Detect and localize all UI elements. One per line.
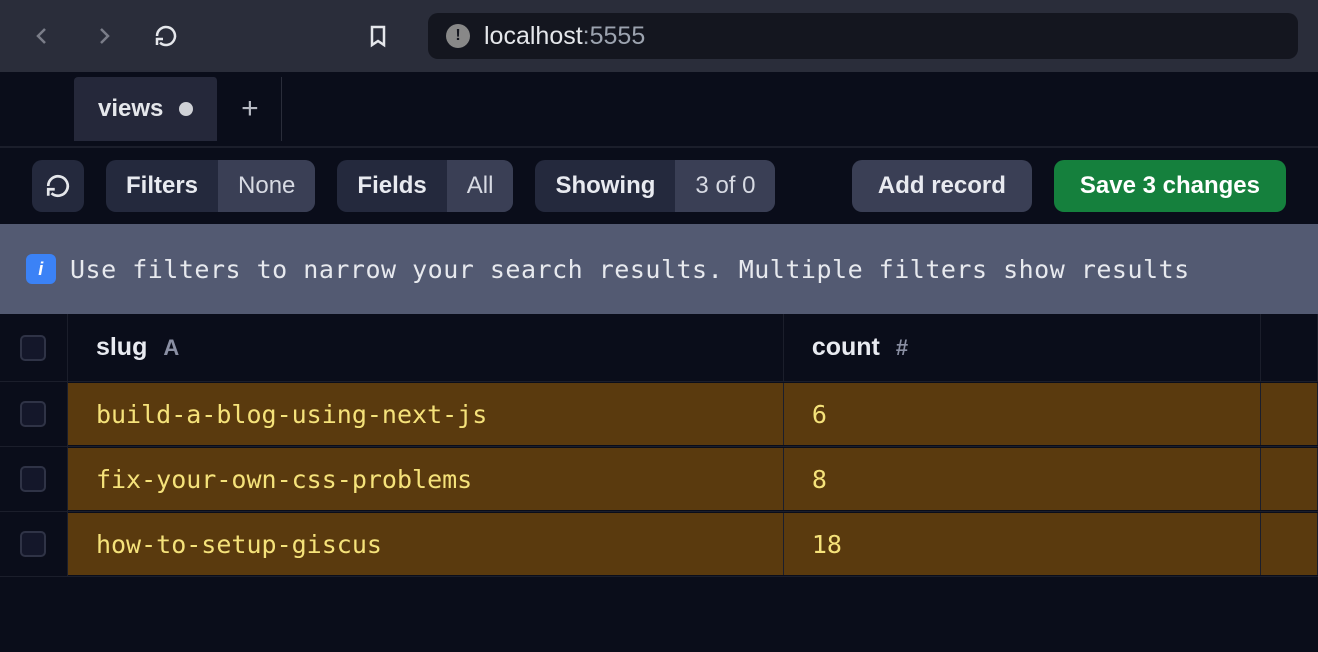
showing-label: Showing bbox=[535, 160, 675, 212]
filters-value: None bbox=[218, 160, 315, 212]
back-button[interactable] bbox=[20, 14, 64, 58]
row-checkbox[interactable] bbox=[20, 401, 46, 427]
url-host: localhost bbox=[484, 22, 583, 50]
cell-count[interactable]: 18 bbox=[784, 513, 1261, 575]
new-tab-button[interactable]: + bbox=[218, 77, 282, 141]
table-toolbar: Filters None Fields All Showing 3 of 0 A… bbox=[0, 146, 1318, 224]
forward-button[interactable] bbox=[82, 14, 126, 58]
select-all-cell[interactable] bbox=[0, 314, 68, 381]
cell-empty bbox=[1261, 513, 1318, 575]
column-header-empty bbox=[1261, 314, 1318, 381]
save-changes-button[interactable]: Save 3 changes bbox=[1054, 160, 1286, 212]
row-select-cell[interactable] bbox=[0, 512, 68, 576]
showing-control[interactable]: Showing 3 of 0 bbox=[535, 160, 775, 212]
table-row: how-to-setup-giscus 18 bbox=[0, 512, 1318, 577]
model-tabs-row: views + bbox=[0, 72, 1318, 146]
filters-control[interactable]: Filters None bbox=[106, 160, 315, 212]
bookmark-button[interactable] bbox=[356, 14, 400, 58]
insecure-site-icon: ! bbox=[446, 24, 470, 48]
cell-empty bbox=[1261, 448, 1318, 510]
row-checkbox[interactable] bbox=[20, 531, 46, 557]
tab-views[interactable]: views bbox=[74, 77, 218, 141]
cell-slug[interactable]: build-a-blog-using-next-js bbox=[68, 383, 784, 445]
column-label: count bbox=[812, 333, 880, 362]
cell-count[interactable]: 8 bbox=[784, 448, 1261, 510]
cell-slug[interactable]: fix-your-own-css-problems bbox=[68, 448, 784, 510]
filters-label: Filters bbox=[106, 160, 218, 212]
data-table: slug A count # build-a-blog-using-next-j… bbox=[0, 314, 1318, 577]
cell-empty bbox=[1261, 383, 1318, 445]
column-type-indicator: A bbox=[163, 335, 179, 361]
table-row: fix-your-own-css-problems 8 bbox=[0, 447, 1318, 512]
cell-count[interactable]: 6 bbox=[784, 383, 1261, 445]
unsaved-indicator-icon bbox=[179, 102, 193, 116]
row-select-cell[interactable] bbox=[0, 447, 68, 511]
row-checkbox[interactable] bbox=[20, 466, 46, 492]
row-select-cell[interactable] bbox=[0, 382, 68, 446]
table-header-row: slug A count # bbox=[0, 314, 1318, 382]
fields-label: Fields bbox=[337, 160, 446, 212]
browser-navigation-bar: ! localhost:5555 bbox=[0, 0, 1318, 72]
select-all-checkbox[interactable] bbox=[20, 335, 46, 361]
cell-slug[interactable]: how-to-setup-giscus bbox=[68, 513, 784, 575]
url-port: :5555 bbox=[583, 22, 646, 50]
info-banner-text: Use filters to narrow your search result… bbox=[70, 255, 1190, 284]
info-banner: i Use filters to narrow your search resu… bbox=[0, 224, 1318, 314]
table-row: build-a-blog-using-next-js 6 bbox=[0, 382, 1318, 447]
tab-label: views bbox=[98, 95, 163, 123]
refresh-table-button[interactable] bbox=[32, 160, 84, 212]
address-bar[interactable]: ! localhost:5555 bbox=[428, 13, 1298, 59]
column-header-count[interactable]: count # bbox=[784, 314, 1261, 381]
fields-control[interactable]: Fields All bbox=[337, 160, 513, 212]
url-text: localhost:5555 bbox=[484, 22, 645, 51]
column-type-indicator: # bbox=[896, 335, 908, 361]
fields-value: All bbox=[447, 160, 514, 212]
add-record-button[interactable]: Add record bbox=[852, 160, 1032, 212]
reload-button[interactable] bbox=[144, 14, 188, 58]
showing-value: 3 of 0 bbox=[675, 160, 775, 212]
info-icon: i bbox=[26, 254, 56, 284]
column-header-slug[interactable]: slug A bbox=[68, 314, 784, 381]
column-label: slug bbox=[96, 333, 147, 362]
